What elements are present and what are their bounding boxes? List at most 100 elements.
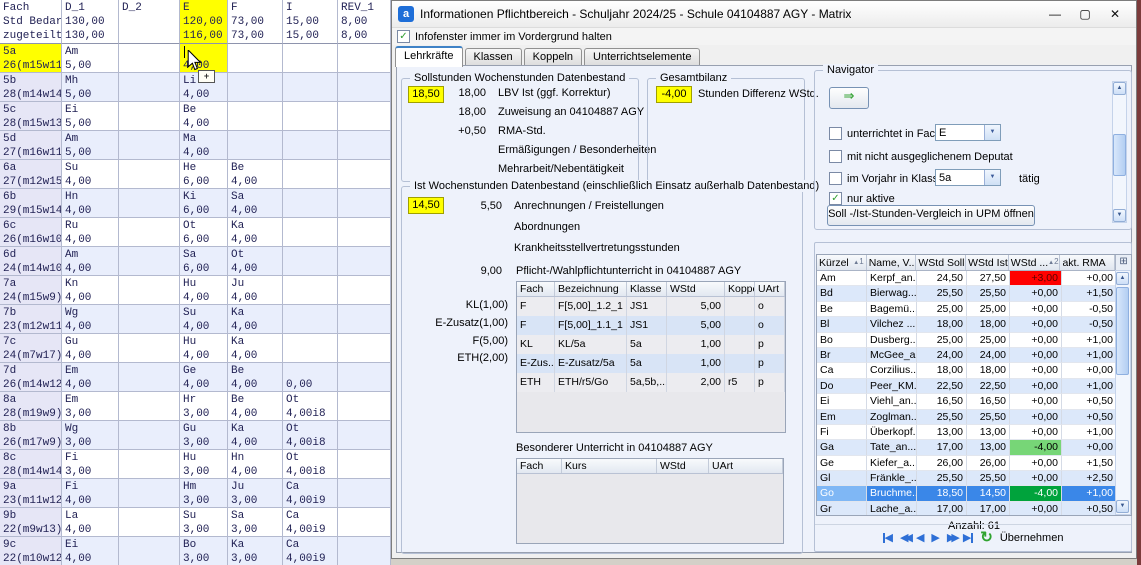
column-header[interactable]: Fach bbox=[517, 282, 555, 296]
matrix-cell[interactable]: Em4,00 bbox=[62, 363, 119, 392]
navigator-scrollbar[interactable]: ▲ ▼ bbox=[1112, 81, 1127, 223]
matrix-class-cell[interactable]: 5c28(m15w13) bbox=[0, 102, 62, 131]
unterricht-row[interactable]: KLKL/5a5a1,00p bbox=[517, 335, 785, 354]
matrix-cell[interactable]: Ka4,00 bbox=[228, 305, 283, 334]
matrix-cell[interactable] bbox=[338, 392, 391, 421]
matrix-cell[interactable]: Ca4,00i9 bbox=[283, 479, 338, 508]
matrix-cell[interactable] bbox=[338, 450, 391, 479]
first-record-button[interactable]: ◀ bbox=[883, 532, 893, 544]
teacher-row[interactable]: DoPeer_KM...22,5022,50+0,00+1,00 bbox=[817, 379, 1131, 394]
matrix-cell[interactable]: Ot4,00i8 bbox=[283, 450, 338, 479]
matrix-cell[interactable] bbox=[119, 334, 180, 363]
teacher-row[interactable]: EiViehl_an...16,5016,50+0,00+0,50 bbox=[817, 394, 1131, 409]
teacher-row[interactable]: EmZoglman...25,5025,50+0,00+0,50 bbox=[817, 410, 1131, 425]
column-header[interactable]: WStd Ist bbox=[966, 255, 1009, 270]
matrix-cell[interactable]: Su4,00 bbox=[180, 305, 228, 334]
matrix-cell[interactable]: Be4,00 bbox=[228, 392, 283, 421]
matrix-cell[interactable]: Be4,00 bbox=[180, 102, 228, 131]
matrix-class-cell[interactable]: 7d26(m14w12) bbox=[0, 363, 62, 392]
matrix-cell[interactable]: Ka3,00 bbox=[228, 537, 283, 565]
matrix-class-cell[interactable]: 7c24(m7w17) bbox=[0, 334, 62, 363]
fast-next-button[interactable]: ▶▶ bbox=[947, 532, 956, 544]
matrix-cell[interactable] bbox=[119, 44, 180, 73]
matrix-cell[interactable] bbox=[119, 276, 180, 305]
teacher-row[interactable]: GeKiefer_a...26,0026,00+0,00+1,50 bbox=[817, 456, 1131, 471]
column-header[interactable]: WStd Soll bbox=[916, 255, 966, 270]
teacher-row[interactable]: AmKerpf_an...24,5027,50+3,00+0,00 bbox=[817, 271, 1131, 286]
matrix-cell[interactable]: Ma4,00 bbox=[180, 131, 228, 160]
matrix-cell[interactable]: Am4,00 bbox=[62, 247, 119, 276]
matrix-cell[interactable]: Ka4,00 bbox=[228, 218, 283, 247]
matrix-cell[interactable] bbox=[338, 73, 391, 102]
matrix-cell[interactable]: Wg4,00 bbox=[62, 305, 119, 334]
matrix-cell[interactable]: Su4,00 bbox=[62, 160, 119, 189]
teacher-row[interactable]: BoDusberg...25,0025,00+0,00+1,00 bbox=[817, 333, 1131, 348]
matrix-cell[interactable] bbox=[338, 247, 391, 276]
matrix-cell[interactable] bbox=[338, 102, 391, 131]
matrix-cell[interactable] bbox=[338, 421, 391, 450]
refresh-icon[interactable]: ↻ bbox=[980, 532, 993, 544]
column-header[interactable]: Kurs bbox=[562, 459, 657, 473]
matrix-class-cell[interactable]: 5b28(m14w14) bbox=[0, 73, 62, 102]
matrix-class-cell[interactable]: 9c22(m10w12) bbox=[0, 537, 62, 565]
matrix-cell[interactable]: Ot4,00i8 bbox=[283, 392, 338, 421]
matrix-cell[interactable] bbox=[338, 160, 391, 189]
teacher-row[interactable]: BlVilchez ...18,0018,00+0,00-0,50 bbox=[817, 317, 1131, 332]
matrix-col-header[interactable]: F73,0073,00 bbox=[228, 0, 283, 44]
unterricht-row[interactable]: FF[5,00]_1.1_1JS15,00o bbox=[517, 316, 785, 335]
scroll-up-icon[interactable]: ▲ bbox=[1113, 82, 1126, 95]
matrix-cell[interactable]: Hr3,00 bbox=[180, 392, 228, 421]
column-header[interactable]: WStd bbox=[657, 459, 709, 473]
matrix-cell[interactable]: Bo3,00 bbox=[180, 537, 228, 565]
filter-checkbox[interactable]: ✓ bbox=[829, 192, 842, 205]
matrix-cell[interactable]: Hn4,00 bbox=[228, 450, 283, 479]
title-bar[interactable]: a Informationen Pflichtbereich - Schulja… bbox=[392, 1, 1136, 28]
matrix-cell[interactable]: 0,00 bbox=[283, 363, 338, 392]
matrix-cell[interactable] bbox=[119, 73, 180, 102]
matrix-cell[interactable] bbox=[119, 218, 180, 247]
matrix-cell[interactable]: Kn4,00 bbox=[62, 276, 119, 305]
dropdown-icon[interactable]: ▼ bbox=[984, 125, 1000, 140]
matrix-cell[interactable] bbox=[283, 189, 338, 218]
last-record-button[interactable]: ▶ bbox=[963, 532, 973, 544]
matrix-cell[interactable]: He6,00 bbox=[180, 160, 228, 189]
matrix-col-header[interactable]: E120,00116,00 bbox=[180, 0, 228, 44]
matrix-cell[interactable]: Sa6,00 bbox=[180, 247, 228, 276]
matrix-cell[interactable]: Hn4,00 bbox=[62, 189, 119, 218]
always-on-top-checkbox[interactable]: ✓ bbox=[397, 30, 410, 43]
matrix-class-cell[interactable]: 8a28(m19w9) bbox=[0, 392, 62, 421]
matrix-cell[interactable] bbox=[119, 450, 180, 479]
matrix-cell[interactable]: Ka4,00 bbox=[228, 421, 283, 450]
matrix-class-cell[interactable]: 5d27(m16w11) bbox=[0, 131, 62, 160]
column-header[interactable]: WStd bbox=[667, 282, 725, 296]
column-header[interactable]: Bezeichnung bbox=[555, 282, 627, 296]
matrix-class-cell[interactable]: 7a24(m15w9) bbox=[0, 276, 62, 305]
matrix-cell[interactable]: Fi3,00 bbox=[62, 450, 119, 479]
tab-lehrkräfte[interactable]: Lehrkräfte bbox=[395, 46, 463, 67]
matrix-cell[interactable] bbox=[119, 160, 180, 189]
matrix-cell[interactable]: Ru4,00 bbox=[62, 218, 119, 247]
matrix-class-cell[interactable]: 8b26(m17w9) bbox=[0, 421, 62, 450]
matrix-cell[interactable]: Be4,00 bbox=[228, 363, 283, 392]
matrix-cell[interactable]: Hu4,00 bbox=[180, 334, 228, 363]
matrix-cell[interactable] bbox=[119, 363, 180, 392]
close-button[interactable]: ✕ bbox=[1100, 4, 1130, 24]
teacher-row[interactable]: BrMcGee_a...24,0024,00+0,00+1,00 bbox=[817, 348, 1131, 363]
matrix-cell[interactable]: Ki6,00 bbox=[180, 189, 228, 218]
filter-combobox[interactable]: E▼ bbox=[935, 124, 1001, 141]
column-header[interactable]: UArt bbox=[755, 282, 785, 296]
scrollbar-thumb[interactable] bbox=[1116, 287, 1129, 375]
matrix-cell[interactable]: Be4,00 bbox=[228, 160, 283, 189]
matrix-cell[interactable] bbox=[228, 44, 283, 73]
matrix-cell[interactable]: Ju4,00 bbox=[228, 276, 283, 305]
matrix-cell[interactable] bbox=[283, 102, 338, 131]
next-record-button[interactable]: ▶ bbox=[931, 532, 939, 544]
minimize-button[interactable]: — bbox=[1040, 4, 1070, 24]
unterricht-row[interactable]: ETHETH/r5/Go5a,5b,...2,00r5p bbox=[517, 373, 785, 392]
unterricht-row[interactable]: E-Zus...E-Zusatz/5a5a1,00p bbox=[517, 354, 785, 373]
matrix-cell[interactable] bbox=[119, 247, 180, 276]
tab-klassen[interactable]: Klassen bbox=[465, 48, 522, 66]
scroll-down-icon[interactable]: ▼ bbox=[1113, 209, 1126, 222]
scrollbar-thumb[interactable] bbox=[1113, 134, 1126, 176]
unterricht-row[interactable]: FF[5,00]_1.2_1JS15,00o bbox=[517, 297, 785, 316]
